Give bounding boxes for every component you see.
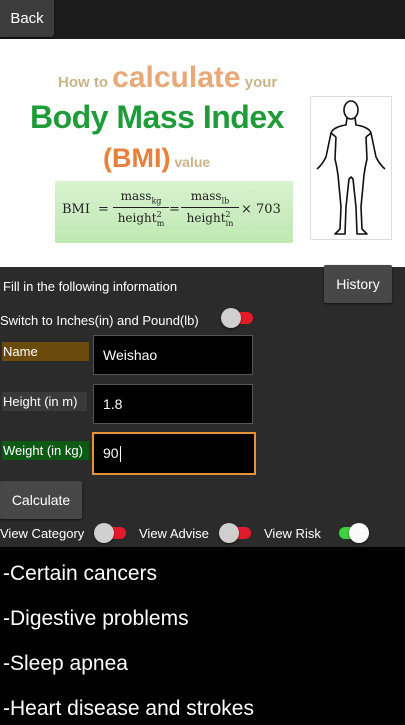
info-label: Fill in the following information xyxy=(3,279,178,294)
weight-label: Weight (in kg) xyxy=(2,441,89,460)
banner-title: Body Mass Index xyxy=(30,99,284,135)
calculate-button[interactable]: Calculate xyxy=(0,481,82,519)
view-risk-label: View Risk xyxy=(264,526,321,541)
history-button[interactable]: History xyxy=(324,265,392,303)
banner-bmi: (BMI) value xyxy=(103,143,211,173)
risk-results-panel: -Certain cancers -Digestive problems -Sl… xyxy=(0,547,405,725)
risk-item: -Certain cancers xyxy=(3,562,158,585)
risk-item: -Digestive problems xyxy=(3,607,189,630)
view-category-label: View Category xyxy=(0,526,85,541)
view-risk-toggle[interactable] xyxy=(335,523,369,543)
risk-item: -Heart disease and strokes xyxy=(3,697,254,720)
banner-howto: How to calculate your xyxy=(58,61,278,94)
risk-item: -Sleep apnea xyxy=(3,652,128,675)
view-advise-label: View Advise xyxy=(139,526,209,541)
height-label: Height (in m) xyxy=(2,392,87,411)
weight-input[interactable]: 90 xyxy=(92,432,256,475)
top-bar: Back xyxy=(0,0,405,39)
bmi-banner-image: How to calculate your Body Mass Index (B… xyxy=(0,39,405,267)
name-label: Name xyxy=(2,342,89,361)
unit-switch-label: Switch to Inches(in) and Pound(lb) xyxy=(0,313,199,328)
view-category-toggle[interactable] xyxy=(94,523,128,543)
view-advise-toggle[interactable] xyxy=(219,523,253,543)
unit-toggle[interactable] xyxy=(221,308,255,328)
name-input[interactable]: Weishao xyxy=(93,335,253,375)
height-input[interactable]: 1.8 xyxy=(93,384,253,424)
human-figure-icon xyxy=(310,96,392,240)
back-button[interactable]: Back xyxy=(0,0,54,37)
bmi-formula: BMI = masskg height2m = masslb height2in… xyxy=(55,181,293,243)
